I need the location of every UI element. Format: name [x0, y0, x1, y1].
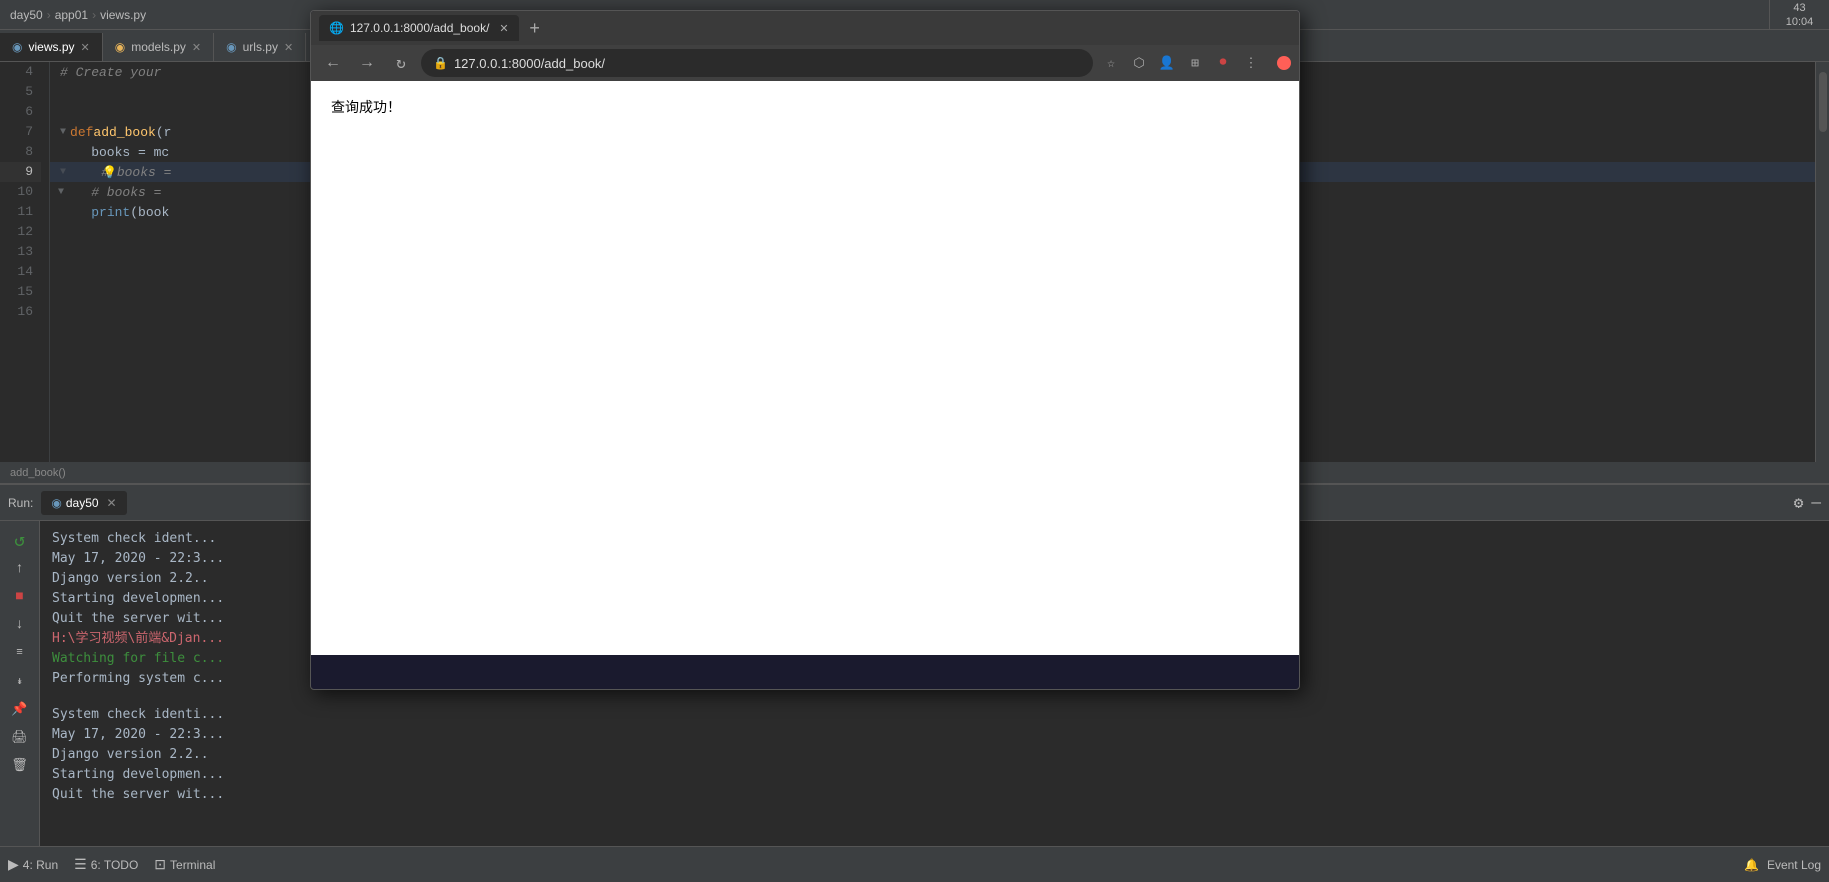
- line-num-11: 11: [0, 202, 41, 222]
- tab-models-py[interactable]: ◉ models.py ✕: [103, 33, 214, 61]
- tab-urls-label: urls.py: [243, 40, 278, 54]
- output-line-10: May 17, 2020 - 22:3...: [52, 725, 1817, 745]
- breadcrumb-day50[interactable]: day50: [10, 8, 43, 22]
- tab-views-label: views.py: [28, 40, 74, 54]
- bookmark-icon[interactable]: ☆: [1099, 51, 1123, 75]
- menu-dots-icon[interactable]: ⋮: [1239, 51, 1263, 75]
- tab-views-close[interactable]: ✕: [81, 41, 90, 54]
- cast-icon[interactable]: ⊞: [1183, 51, 1207, 75]
- status-right: 🔔 Event Log: [1744, 858, 1821, 872]
- scroll-to-bottom-icon[interactable]: ↡: [8, 669, 32, 693]
- tab-models-label: models.py: [131, 40, 186, 54]
- browser-nav-icons: ☆ ⬡ 👤 ⊞ ⏺ ⋮: [1099, 51, 1263, 75]
- print-icon[interactable]: 🖨: [8, 725, 32, 749]
- output-line-9: System check identi...: [52, 705, 1817, 725]
- models-icon: ◉: [115, 40, 125, 54]
- run-status-label: 4: Run: [23, 858, 58, 872]
- scroll-up-icon[interactable]: ↑: [8, 557, 32, 581]
- trash-icon[interactable]: 🗑: [8, 753, 32, 777]
- clock-display: 43 10:04: [1769, 0, 1829, 30]
- line-num-14: 14: [0, 262, 41, 282]
- lightbulb-icon[interactable]: 💡: [102, 165, 117, 180]
- fold-arrow-7[interactable]: ▼: [60, 127, 66, 138]
- breadcrumb: day50 › app01 › views.py: [10, 8, 146, 22]
- url-text[interactable]: 127.0.0.1:8000/add_book/: [454, 56, 605, 71]
- output-line-13: Quit the server wit...: [52, 785, 1817, 805]
- output-line-11: Django version 2.2..: [52, 745, 1817, 765]
- new-tab-button[interactable]: +: [523, 16, 547, 40]
- run-label: Run:: [8, 496, 33, 510]
- tab-views-py[interactable]: ◉ views.py ✕: [0, 33, 103, 61]
- line-num-6: 6: [0, 102, 41, 122]
- line-num-12: 12: [0, 222, 41, 242]
- browser-active-tab[interactable]: 🌐 127.0.0.1:8000/add_book/ ✕: [319, 15, 519, 41]
- settings-icon[interactable]: ⚙: [1794, 493, 1804, 513]
- pin-icon[interactable]: 📌: [8, 697, 32, 721]
- method-breadcrumb-label: add_book(): [10, 467, 66, 479]
- rerun-icon[interactable]: ↺: [8, 529, 32, 553]
- fold-indicator-10[interactable]: ▼: [58, 187, 64, 198]
- event-log-label[interactable]: Event Log: [1767, 858, 1821, 872]
- browser-window-close[interactable]: ✕: [1277, 56, 1291, 70]
- menu-icon[interactable]: ≡: [8, 641, 32, 665]
- run-tab-label: day50: [66, 496, 99, 510]
- line-num-9: 9: [0, 162, 41, 182]
- line-num-7: 7: [0, 122, 41, 142]
- browser-favicon: 🌐: [329, 21, 344, 35]
- breadcrumb-views[interactable]: views.py: [100, 8, 146, 22]
- todo-icon: ☰: [74, 856, 87, 873]
- profile-icon[interactable]: 👤: [1155, 51, 1179, 75]
- todo-label: 6: TODO: [91, 858, 139, 872]
- line-num-15: 15: [0, 282, 41, 302]
- browser-content: 查询成功！: [311, 81, 1299, 655]
- back-button[interactable]: ←: [319, 49, 347, 77]
- browser-tab-bar: 🌐 127.0.0.1:8000/add_book/ ✕ +: [311, 11, 1299, 45]
- reload-button[interactable]: ↻: [387, 49, 415, 77]
- run-actions: ↺ ↑ ■ ↓ ≡ ↡ 📌 🖨 🗑: [0, 521, 40, 882]
- terminal-label: Terminal: [170, 858, 215, 872]
- tab-urls-py[interactable]: ◉ urls.py ✕: [214, 33, 306, 61]
- terminal-status-item[interactable]: ⊡ Terminal: [154, 856, 215, 873]
- address-bar[interactable]: 🔒 127.0.0.1:8000/add_book/: [421, 49, 1093, 77]
- extensions-icon[interactable]: ⬡: [1127, 51, 1151, 75]
- editor-scrollbar[interactable]: [1815, 62, 1829, 462]
- run-tab-close[interactable]: ✕: [107, 496, 117, 510]
- minimize-icon[interactable]: —: [1811, 494, 1821, 512]
- urls-icon: ◉: [226, 40, 236, 54]
- line-num-13: 13: [0, 242, 41, 262]
- scrollbar-thumb[interactable]: [1819, 72, 1827, 132]
- line-num-5: 5: [0, 82, 41, 102]
- run-tab-icon: ◉: [51, 496, 61, 510]
- stop-icon[interactable]: ■: [8, 585, 32, 609]
- fold-arrow-9[interactable]: ▼: [60, 167, 66, 178]
- play-icon: ▶: [8, 856, 19, 873]
- browser-tab-label: 127.0.0.1:8000/add_book/: [350, 21, 489, 35]
- views-icon: ◉: [12, 40, 22, 54]
- line-num-16: 16: [0, 302, 41, 322]
- status-bar: ▶ 4: Run ☰ 6: TODO ⊡ Terminal 🔔 Event Lo…: [0, 846, 1829, 882]
- output-line-blank: [52, 689, 1817, 705]
- browser-nav-bar: ← → ↻ 🔒 127.0.0.1:8000/add_book/ ☆ ⬡ 👤 ⊞…: [311, 45, 1299, 81]
- line-numbers: 4 5 6 7 8 9 10 11 12 13 14 15 16: [0, 62, 50, 462]
- terminal-icon: ⊡: [154, 856, 166, 873]
- forward-button[interactable]: →: [353, 49, 381, 77]
- line-num-4: 4: [0, 62, 41, 82]
- line-num-8: 8: [0, 142, 41, 162]
- browser-page-text: 查询成功！: [331, 97, 1279, 117]
- line-num-10: 10: [0, 182, 41, 202]
- notification-icon[interactable]: 🔔: [1744, 858, 1759, 872]
- run-status-item[interactable]: ▶ 4: Run: [8, 856, 58, 873]
- breadcrumb-app01[interactable]: app01: [55, 8, 88, 22]
- output-line-12: Starting developmen...: [52, 765, 1817, 785]
- tab-urls-close[interactable]: ✕: [284, 41, 293, 54]
- lock-icon: 🔒: [433, 56, 448, 70]
- browser-tab-close[interactable]: ✕: [499, 22, 508, 35]
- browser-window: 🌐 127.0.0.1:8000/add_book/ ✕ + ← → ↻ 🔒 1…: [310, 10, 1300, 690]
- run-tab-day50[interactable]: ◉ day50 ✕: [41, 491, 126, 515]
- todo-status-item[interactable]: ☰ 6: TODO: [74, 856, 138, 873]
- tab-models-close[interactable]: ✕: [192, 41, 201, 54]
- record-icon[interactable]: ⏺: [1211, 51, 1235, 75]
- scroll-down-icon[interactable]: ↓: [8, 613, 32, 637]
